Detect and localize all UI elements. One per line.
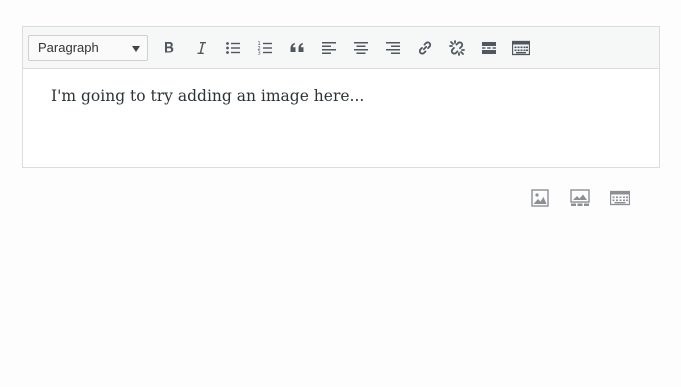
italic-icon [193,40,209,56]
editor-panel: Paragraph 123 I'm going to try adding an… [22,26,660,168]
image-icon [531,188,549,212]
numbered-list-icon: 123 [257,40,273,56]
add-gallery-button[interactable] [566,186,594,214]
italic-button[interactable] [185,32,217,64]
insert-link-icon [417,40,433,56]
bulleted-list-button[interactable] [217,32,249,64]
align-right-icon [385,40,401,56]
block-toolbar-toggle-button[interactable] [606,186,634,214]
editor-toolbar: Paragraph 123 [23,27,659,69]
read-more-button[interactable] [473,32,505,64]
align-right-button[interactable] [377,32,409,64]
align-center-button[interactable] [345,32,377,64]
align-center-icon [353,40,369,56]
numbered-list-button[interactable]: 123 [249,32,281,64]
bold-button[interactable] [153,32,185,64]
align-left-icon [321,40,337,56]
bold-icon [161,40,177,56]
remove-link-button[interactable] [441,32,473,64]
blockquote-button[interactable] [281,32,313,64]
svg-text:3: 3 [258,50,261,56]
remove-link-icon [449,39,465,56]
toolbar-toggle-icon [609,190,631,211]
add-image-button[interactable] [526,186,554,214]
insert-link-button[interactable] [409,32,441,64]
block-actions [526,186,636,214]
read-more-icon [481,40,497,56]
format-select[interactable]: Paragraph [28,34,148,61]
chevron-down-icon [132,45,140,52]
format-select-value: Paragraph [38,40,99,55]
toolbar-toggle-button[interactable] [505,32,537,64]
blockquote-icon [289,40,305,56]
editor-paragraph: I'm going to try adding an image here... [51,87,365,105]
toolbar-toggle-icon [512,40,530,56]
editor-content[interactable]: I'm going to try adding an image here... [23,69,659,105]
gallery-icon [570,188,590,212]
bulleted-list-icon [225,40,241,56]
align-left-button[interactable] [313,32,345,64]
